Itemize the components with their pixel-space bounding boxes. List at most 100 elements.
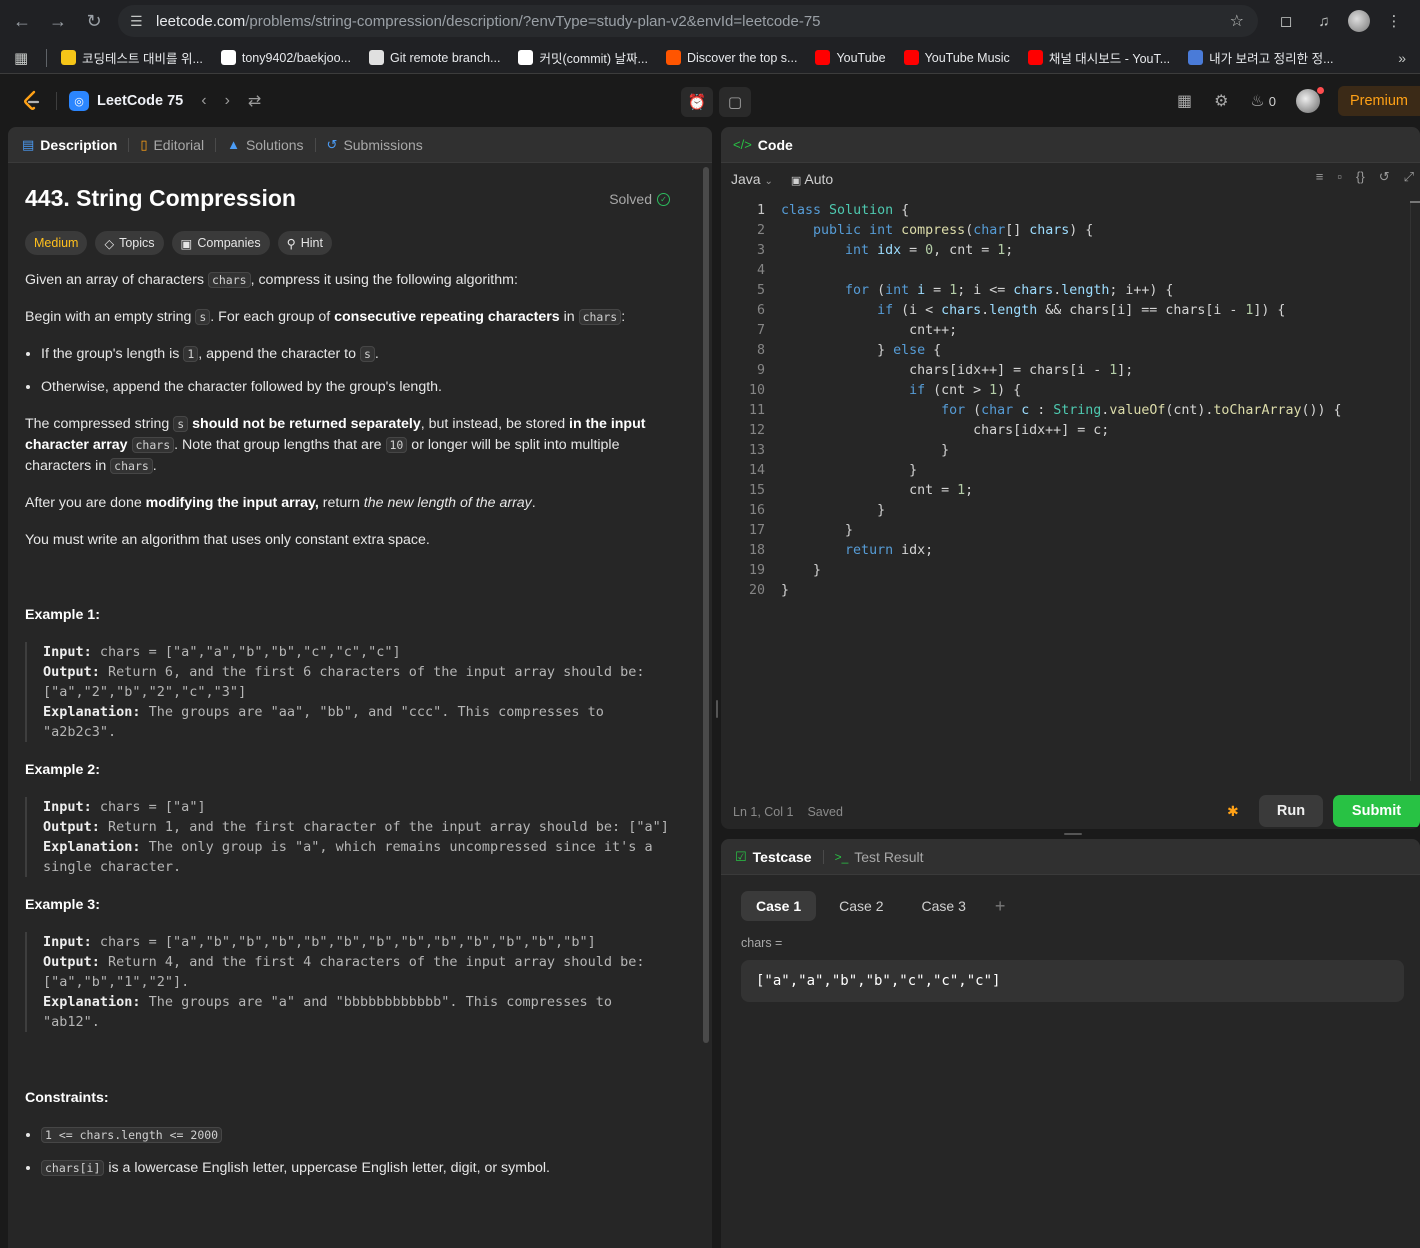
case-tabs: Case 1 Case 2 Case 3 + (741, 891, 1005, 921)
debug-icon[interactable]: ✱ (1227, 803, 1239, 820)
param-input[interactable]: ["a","a","b","b","c","c","c"] (741, 960, 1404, 1002)
editor-scroll-thumb[interactable] (1410, 201, 1420, 203)
line-number: 15 (748, 483, 765, 498)
user-avatar[interactable] (1295, 87, 1324, 113)
bookmark-item[interactable]: 채널 대시보드 - YouT... (1027, 48, 1170, 67)
topics-tag[interactable]: ◇ Topics (95, 231, 164, 255)
line-number: 12 (748, 423, 765, 438)
description-body: 443. String Compression Solved ✓ Medium ◇… (8, 163, 700, 1248)
code-line[interactable]: 13 } (721, 441, 1411, 461)
code-line[interactable]: 10 if (cnt > 1) { (721, 381, 1411, 401)
menu-icon[interactable]: ⋮ (1380, 7, 1408, 35)
bookmark-item[interactable]: 커밋(commit) 날짜... (518, 48, 648, 67)
code-line[interactable]: 15 cnt = 1; (721, 481, 1411, 501)
profile-avatar[interactable] (1348, 10, 1370, 32)
reset-icon[interactable]: ↺ (1379, 169, 1390, 185)
run-button[interactable]: Run (1259, 795, 1323, 827)
bookmarks-divider (46, 48, 47, 67)
settings-gear-icon[interactable]: ⚙ (1214, 91, 1228, 111)
bookmark-label: 커밋(commit) 날짜... (539, 52, 648, 66)
code-line[interactable]: 11 for (char c : String.valueOf(cnt).toC… (721, 401, 1411, 421)
editor-scrollbar[interactable] (1410, 201, 1420, 781)
media-control-icon[interactable]: ♫ (1310, 7, 1338, 35)
case-tab-1[interactable]: Case 1 (741, 891, 817, 921)
bookmark-item[interactable]: YouTube (815, 48, 886, 67)
companies-tag[interactable]: ▣ Companies (171, 231, 270, 255)
add-case-icon[interactable]: + (995, 896, 1006, 917)
braces-icon[interactable]: {} (1356, 169, 1365, 185)
code-line[interactable]: 2 public int compress(char[] chars) { (721, 221, 1411, 241)
reload-icon[interactable]: ↻ (76, 3, 112, 39)
code-text: } (781, 523, 854, 538)
address-bar[interactable]: ☰ leetcode.com/problems/string-compressi… (118, 5, 1258, 37)
submit-button[interactable]: Submit (1333, 795, 1420, 827)
code-line[interactable]: 7 cnt++; (721, 321, 1411, 341)
bookmark-item[interactable]: 코딩테스트 대비를 위... (61, 48, 203, 67)
code-line[interactable]: 8 } else { (721, 341, 1411, 361)
code-line[interactable]: 20} (721, 581, 1411, 601)
extensions-icon[interactable]: ◻ (1272, 7, 1300, 35)
case-tab-2[interactable]: Case 2 (824, 891, 898, 921)
code-line[interactable]: 17 } (721, 521, 1411, 541)
code-text: } else { (781, 343, 942, 358)
auto-mode[interactable]: ▣ Auto (791, 171, 833, 187)
apps-grid-icon[interactable]: ▦ (14, 49, 46, 67)
streak-fire-icon[interactable]: ♨ (1250, 91, 1264, 111)
vertical-resize-handle[interactable] (716, 700, 718, 718)
code-line[interactable]: 14 } (721, 461, 1411, 481)
rules-list: If the group's length is 1, append the c… (41, 344, 675, 398)
bookmark-item[interactable]: 내가 보려고 정리한 정... (1188, 48, 1334, 67)
bookmark-item[interactable]: YouTube Music (903, 48, 1010, 67)
tab-solutions[interactable]: ▲ Solutions (225, 137, 305, 153)
code-line[interactable]: 19 } (721, 561, 1411, 581)
study-plan-name[interactable]: LeetCode 75 (97, 93, 183, 109)
next-problem-icon[interactable]: › (225, 92, 230, 110)
code-line[interactable]: 18 return idx; (721, 541, 1411, 561)
tab-description[interactable]: ▤ Description (20, 137, 119, 153)
layout-icon[interactable]: ▦ (1177, 91, 1192, 111)
notes-icon[interactable]: ▢ (719, 87, 751, 117)
code-line[interactable]: 5 for (int i = 1; i <= chars.length; i++… (721, 281, 1411, 301)
premium-button[interactable]: Premium (1337, 86, 1420, 116)
code-line[interactable]: 6 if (i < chars.length && chars[i] == ch… (721, 301, 1411, 321)
tab-editorial[interactable]: ▯ Editorial (138, 137, 206, 153)
study-plan-icon[interactable]: ◎ (69, 91, 89, 111)
code-text: } (781, 563, 822, 578)
code-text: } (781, 503, 886, 518)
problem-title[interactable]: 443. String Compression (25, 185, 296, 212)
back-icon[interactable]: ← (4, 3, 40, 39)
site-settings-icon[interactable]: ☰ (130, 13, 156, 30)
code-line[interactable]: 4 (721, 261, 1411, 281)
horizontal-resize-handle[interactable] (1064, 833, 1082, 835)
prev-problem-icon[interactable]: ‹ (201, 92, 206, 110)
bookmark-item[interactable]: tony9402/baekjoo... (220, 48, 351, 67)
expand-icon[interactable]: ⤢ (1404, 169, 1414, 185)
leetcode-logo-icon[interactable] (20, 89, 44, 113)
bookmark-item[interactable]: Git remote branch... (369, 48, 500, 67)
bookmark-item[interactable]: Discover the top s... (665, 48, 797, 67)
code-line[interactable]: 9 chars[idx++] = chars[i - 1]; (721, 361, 1411, 381)
forward-icon[interactable]: → (40, 3, 76, 39)
more-bookmarks-icon[interactable]: » (1398, 50, 1406, 66)
shuffle-icon[interactable]: ⇄ (248, 91, 261, 111)
hint-tag[interactable]: ⚲ Hint (277, 231, 332, 255)
description-scrollbar[interactable] (703, 167, 709, 1043)
case-tab-3[interactable]: Case 3 (907, 891, 981, 921)
tab-testcase[interactable]: ☑ Testcase (733, 849, 814, 865)
bookmark-star-icon[interactable]: ☆ (1230, 11, 1244, 31)
code-editor[interactable]: 1 class Solution {2 public int compress(c… (721, 201, 1411, 791)
tab-test-result[interactable]: >_ Test Result (833, 849, 926, 865)
code-line[interactable]: 3 int idx = 0, cnt = 1; (721, 241, 1411, 261)
bookmark-label: tony9402/baekjoo... (241, 50, 351, 65)
url-path: /problems/string-compression/description… (245, 12, 821, 30)
code-line[interactable]: 16 } (721, 501, 1411, 521)
check-circle-icon: ✓ (657, 192, 670, 206)
code-line[interactable]: 1 class Solution { (721, 201, 1411, 221)
line-number: 10 (748, 383, 765, 398)
language-select[interactable]: Java ⌄ (731, 171, 773, 187)
tab-submissions[interactable]: ↺ Submissions (325, 137, 425, 153)
format-icon[interactable]: ≡ (1316, 169, 1324, 185)
timer-icon[interactable]: ⏰ (681, 87, 713, 117)
bookmark-icon[interactable]: ▫ (1337, 169, 1342, 185)
code-line[interactable]: 12 chars[idx++] = c; (721, 421, 1411, 441)
